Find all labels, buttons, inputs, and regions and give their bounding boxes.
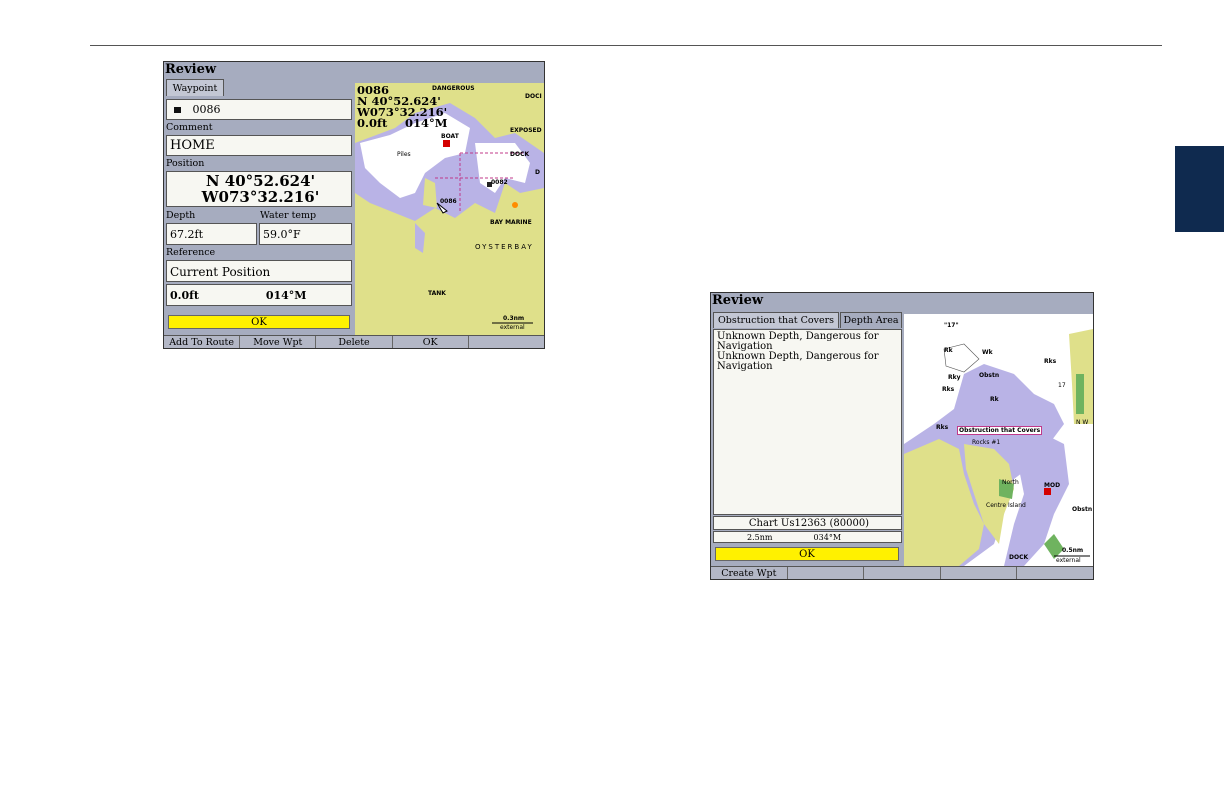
waypoint-review-screen: Review Waypoint 0086 Comment HOME Positi…	[163, 61, 545, 349]
map-label: North	[1002, 479, 1019, 486]
obstruction-review-screen: Review Obstruction that Covers Depth Are…	[710, 292, 1094, 580]
mod-marker	[1044, 488, 1051, 495]
map-scale-sub: external	[500, 324, 525, 331]
description-list: Unknown Depth, Dangerous for Navigation …	[713, 329, 902, 515]
distance: 2.5nm	[747, 533, 773, 542]
tab-obstruction-that-covers[interactable]: Obstruction that Covers	[713, 312, 839, 328]
waypoint-symbol-icon	[174, 107, 181, 113]
distance-bearing-field: 2.5nm 034°M	[713, 531, 902, 543]
map-label: DOCI	[525, 93, 542, 100]
map-label: DOCK	[510, 151, 530, 158]
map-label: Centre Island	[986, 502, 1026, 509]
depth-field[interactable]: 67.2ft	[166, 223, 257, 245]
map-label: DANGEROUS	[432, 85, 475, 92]
reference-bearing: 014°M	[265, 289, 307, 302]
screen-title: Review	[165, 62, 217, 77]
softkey-bar: Add To Route Move Wpt Delete OK	[164, 335, 544, 348]
waypoint-name-field[interactable]: 0086	[166, 99, 352, 120]
map-scale-sub: external	[1056, 557, 1081, 564]
info-panel: Waypoint 0086 Comment HOME Position N 40…	[164, 79, 354, 335]
bearing: 034°M	[813, 533, 842, 542]
tab-depth-area[interactable]: Depth Area	[840, 312, 902, 328]
add-to-route-button[interactable]: Add To Route	[164, 336, 241, 348]
map-scale: 0.5nm	[1062, 547, 1084, 554]
ok-button[interactable]: OK	[715, 547, 899, 561]
ok-button[interactable]: OK	[168, 315, 350, 329]
map-label: Wk	[982, 349, 993, 356]
position-latitude: N 40°52.624'	[205, 172, 316, 190]
comment-field[interactable]: HOME	[166, 135, 352, 156]
position-longitude: W073°32.216'	[201, 188, 320, 206]
map-label: Rocks #1	[972, 439, 1001, 446]
map-label: N W	[1076, 419, 1089, 426]
boat-marker	[443, 140, 450, 147]
map-distance-bearing: 0.0ft 014°M	[357, 116, 448, 130]
screen-title: Review	[712, 293, 764, 308]
map-label: Rk	[990, 396, 999, 403]
chapter-tab	[1175, 146, 1224, 232]
info-panel: Obstruction that Covers Depth Area Unkno…	[711, 310, 903, 566]
map-label: Obstn	[1072, 506, 1093, 513]
description-line: Unknown Depth, Dangerous for Navigation	[717, 331, 879, 352]
water-temp-field[interactable]: 59.0°F	[259, 223, 352, 245]
map-label: BOAT	[441, 133, 459, 140]
delete-button[interactable]: Delete	[316, 336, 393, 348]
map-label: Rks	[1044, 358, 1057, 365]
map-label: Rky	[948, 374, 961, 381]
waypoint-name: 0086	[192, 103, 221, 116]
map-label: Obstn	[979, 372, 1000, 379]
chart-field: Chart Us12363 (80000)	[713, 516, 902, 530]
reference-field[interactable]: Current Position	[166, 260, 352, 282]
map-label: 0082	[491, 179, 508, 186]
empty-softkey[interactable]	[941, 567, 1018, 579]
empty-softkey[interactable]	[1017, 567, 1093, 579]
map-label: Rks	[936, 424, 949, 431]
map-label: 0086	[440, 198, 457, 205]
map-label: MOD	[1044, 482, 1061, 489]
map-distance: 0.0ft	[357, 116, 388, 130]
map-label: OYSTERBAY	[475, 243, 534, 251]
east-marsh	[1076, 374, 1084, 414]
chart-map[interactable]: "17" Rk Wk Rks Obstn Rky Rk Rks Obstruct…	[904, 314, 1093, 566]
move-wpt-button[interactable]: Move Wpt	[240, 336, 317, 348]
position-field[interactable]: N 40°52.624' W073°32.216'	[166, 171, 352, 207]
map-bearing: 014°M	[405, 116, 448, 130]
depth-label: Depth	[166, 210, 196, 221]
page-rule	[90, 45, 1162, 46]
reference-distance: 0.0ft	[170, 289, 199, 302]
comment-label: Comment	[166, 122, 213, 133]
reference-label: Reference	[166, 247, 216, 258]
obstruction-callout[interactable]: Obstruction that Covers	[957, 426, 1043, 435]
ok-softkey[interactable]: OK	[393, 336, 469, 348]
map-label: EXPOSED	[510, 127, 542, 134]
map-scale: 0.3nm	[503, 315, 525, 322]
map-label: D	[535, 169, 540, 176]
map-label: 17	[1058, 382, 1066, 389]
map-label: BAY MARINE	[490, 219, 532, 226]
map-label: Rks	[942, 386, 955, 393]
chart-map[interactable]: 0086 N 40°52.624' W073°32.216' 0.0ft 014…	[355, 83, 544, 335]
empty-softkey[interactable]	[788, 567, 865, 579]
map-label: DOCK	[1009, 554, 1029, 561]
tab-waypoint[interactable]: Waypoint	[166, 79, 224, 96]
empty-softkey[interactable]	[469, 336, 544, 348]
water-temp-label: Water temp	[260, 210, 317, 221]
reference-distance-bearing: 0.0ft 014°M	[166, 284, 352, 306]
empty-softkey[interactable]	[864, 567, 941, 579]
description-line: Unknown Depth, Dangerous for Navigation	[717, 351, 879, 372]
map-label: "17"	[944, 322, 959, 329]
map-label: TANK	[428, 290, 446, 297]
map-label: Piles	[397, 151, 411, 158]
softkey-bar: Create Wpt	[711, 566, 1093, 579]
position-label: Position	[166, 158, 205, 169]
create-wpt-button[interactable]: Create Wpt	[711, 567, 788, 579]
bay-marine-marker	[512, 202, 518, 208]
map-label: Rk	[944, 347, 953, 354]
